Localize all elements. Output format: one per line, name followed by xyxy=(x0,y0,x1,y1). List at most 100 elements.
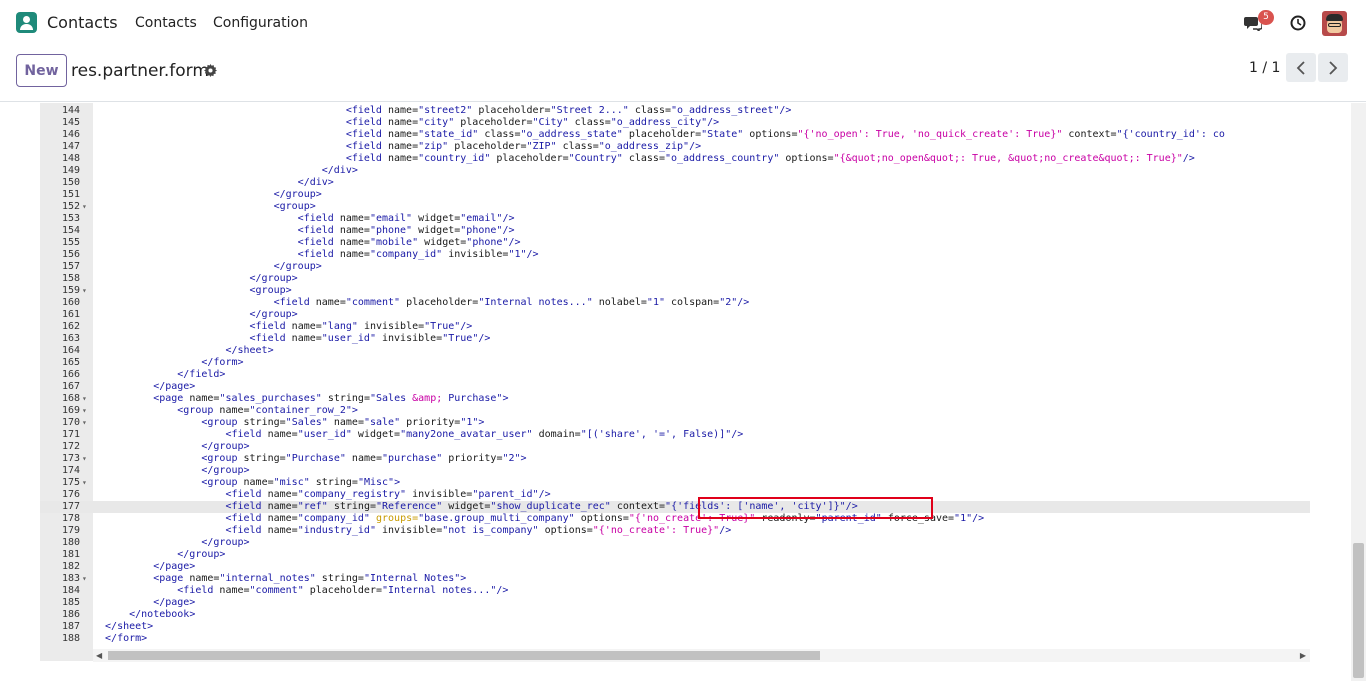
code-line[interactable]: 171 <field name="user_id" widget="many2on… xyxy=(40,429,1310,441)
code-text[interactable]: <field name="email" widget="email"/> xyxy=(298,213,515,225)
code-editor[interactable]: 144 <field name="street2" placeholder="St… xyxy=(40,103,1310,661)
code-text[interactable]: <field name="zip" placeholder="ZIP" clas… xyxy=(346,141,701,153)
code-line[interactable]: 185 </page> xyxy=(40,597,1310,609)
fold-toggle-icon[interactable]: ▾ xyxy=(82,201,87,213)
fold-toggle-icon[interactable]: ▾ xyxy=(82,573,87,585)
fold-toggle-icon[interactable]: ▾ xyxy=(82,453,87,465)
code-line[interactable]: 166 </field> xyxy=(40,369,1310,381)
code-text[interactable]: </div> xyxy=(298,177,334,189)
pager-value[interactable]: 1 / 1 xyxy=(1249,60,1280,76)
code-text[interactable]: <field name="comment" placeholder="Inter… xyxy=(274,297,750,309)
gear-icon[interactable] xyxy=(204,64,217,77)
vertical-scroll-thumb[interactable] xyxy=(1353,543,1364,678)
code-text[interactable]: <group string="Purchase" name="purchase"… xyxy=(201,453,526,465)
code-line[interactable]: 170 ▾ <group string="Sales" name="sale" pr… xyxy=(40,417,1310,429)
fold-toggle-icon[interactable]: ▾ xyxy=(82,285,87,297)
code-text[interactable]: <page name="internal_notes" string="Inte… xyxy=(153,573,466,585)
scroll-left-icon[interactable]: ◀ xyxy=(96,651,102,660)
code-text[interactable]: <field name="street2" placeholder="Stree… xyxy=(346,105,792,117)
code-line[interactable]: 148 <field name="country_id" placeholder=… xyxy=(40,153,1310,165)
code-text[interactable]: <field name="company_registry" invisible… xyxy=(225,489,550,501)
code-text[interactable]: </group> xyxy=(274,261,322,273)
code-text[interactable]: <page name="sales_purchases" string="Sal… xyxy=(153,393,508,405)
code-line[interactable]: 169 ▾ <group name="container_row_2"> xyxy=(40,405,1310,417)
code-line[interactable]: 182 </page> xyxy=(40,561,1310,573)
code-line[interactable]: 145 <field name="city" placeholder="City"… xyxy=(40,117,1310,129)
code-text[interactable]: </group> xyxy=(177,549,225,561)
code-line[interactable]: 156 <field name="company_id" invisible="1… xyxy=(40,249,1310,261)
code-line[interactable]: 150 </div> xyxy=(40,177,1310,189)
code-text[interactable]: <field name="comment" placeholder="Inter… xyxy=(177,585,508,597)
code-line[interactable]: 147 <field name="zip" placeholder="ZIP" c… xyxy=(40,141,1310,153)
code-line[interactable]: 183 ▾ <page name="internal_notes" string="… xyxy=(40,573,1310,585)
code-text[interactable]: </group> xyxy=(250,273,298,285)
code-line[interactable]: 172 </group> xyxy=(40,441,1310,453)
horizontal-scroll-thumb[interactable] xyxy=(108,651,820,660)
code-line[interactable]: 164 </sheet> xyxy=(40,345,1310,357)
code-line[interactable]: 176 <field name="company_registry" invisi… xyxy=(40,489,1310,501)
code-text[interactable]: <field name="city" placeholder="City" cl… xyxy=(346,117,719,129)
code-text[interactable]: </sheet> xyxy=(105,621,153,633)
code-text[interactable]: <field name="phone" widget="phone"/> xyxy=(298,225,515,237)
code-line[interactable]: 144 <field name="street2" placeholder="St… xyxy=(40,105,1310,117)
code-line[interactable]: 161 </group> xyxy=(40,309,1310,321)
code-text[interactable]: <group> xyxy=(250,285,292,297)
fold-toggle-icon[interactable]: ▾ xyxy=(82,477,87,489)
code-text[interactable]: <field name="mobile" widget="phone"/> xyxy=(298,237,521,249)
code-text[interactable]: </group> xyxy=(201,537,249,549)
code-line[interactable]: 188 </form> xyxy=(40,633,1310,645)
fold-toggle-icon[interactable]: ▾ xyxy=(82,417,87,429)
menu-configuration[interactable]: Configuration xyxy=(213,15,308,31)
new-button[interactable]: New xyxy=(16,54,67,87)
code-line[interactable]: 154 <field name="phone" widget="phone"/> xyxy=(40,225,1310,237)
code-text[interactable]: <field name="user_id" invisible="True"/> xyxy=(250,333,491,345)
code-text[interactable]: </page> xyxy=(153,561,195,573)
code-line[interactable]: 155 <field name="mobile" widget="phone"/> xyxy=(40,237,1310,249)
code-line[interactable]: 151 </group> xyxy=(40,189,1310,201)
vertical-scrollbar[interactable] xyxy=(1351,103,1366,681)
code-line[interactable]: 181 </group> xyxy=(40,549,1310,561)
code-text[interactable]: </div> xyxy=(322,165,358,177)
code-text[interactable]: </group> xyxy=(250,309,298,321)
scroll-right-icon[interactable]: ▶ xyxy=(1300,651,1306,660)
code-line[interactable]: 178 <field name="company_id" groups="base… xyxy=(40,513,1310,525)
code-text[interactable]: </page> xyxy=(153,597,195,609)
code-text[interactable]: <group name="misc" string="Misc"> xyxy=(201,477,400,489)
code-line[interactable]: 146 <field name="state_id" class="o_addre… xyxy=(40,129,1310,141)
app-title[interactable]: Contacts xyxy=(47,13,118,32)
code-line[interactable]: 149 </div> xyxy=(40,165,1310,177)
code-line[interactable]: 159 ▾ <group> xyxy=(40,285,1310,297)
code-text[interactable]: </group> xyxy=(201,465,249,477)
code-line[interactable]: 165 </form> xyxy=(40,357,1310,369)
code-line[interactable]: 184 <field name="comment" placeholder="In… xyxy=(40,585,1310,597)
contacts-app-icon[interactable] xyxy=(16,12,37,33)
code-line[interactable]: 158 </group> xyxy=(40,273,1310,285)
code-line[interactable]: 177 <field name="ref" string="Reference" … xyxy=(40,501,1310,513)
code-text[interactable]: </group> xyxy=(274,189,322,201)
fold-toggle-icon[interactable]: ▾ xyxy=(82,393,87,405)
code-line[interactable]: 160 <field name="comment" placeholder="In… xyxy=(40,297,1310,309)
code-text[interactable]: <field name="company_id" invisible="1"/> xyxy=(298,249,539,261)
horizontal-scrollbar[interactable]: ◀ ▶ xyxy=(93,649,1310,662)
code-text[interactable]: <field name="industry_id" invisible="not… xyxy=(225,525,731,537)
code-line[interactable]: 152 ▾ <group> xyxy=(40,201,1310,213)
code-line[interactable]: 153 <field name="email" widget="email"/> xyxy=(40,213,1310,225)
code-line[interactable]: 186 </notebook> xyxy=(40,609,1310,621)
code-line[interactable]: 162 <field name="lang" invisible="True"/> xyxy=(40,321,1310,333)
code-line[interactable]: 179 <field name="industry_id" invisible="… xyxy=(40,525,1310,537)
code-text[interactable]: <group> xyxy=(274,201,316,213)
user-avatar[interactable] xyxy=(1322,11,1347,36)
code-text[interactable]: <field name="country_id" placeholder="Co… xyxy=(346,153,1195,165)
clock-icon[interactable] xyxy=(1290,15,1306,31)
code-text[interactable]: </form> xyxy=(105,633,147,645)
code-line[interactable]: 175 ▾ <group name="misc" string="Misc"> xyxy=(40,477,1310,489)
menu-contacts[interactable]: Contacts xyxy=(135,15,197,31)
code-line[interactable]: 163 <field name="user_id" invisible="True… xyxy=(40,333,1310,345)
code-line[interactable]: 168 ▾ <page name="sales_purchases" string=… xyxy=(40,393,1310,405)
code-text[interactable]: <field name="lang" invisible="True"/> xyxy=(250,321,473,333)
pager-previous-button[interactable] xyxy=(1286,53,1316,82)
code-line[interactable]: 157 </group> xyxy=(40,261,1310,273)
pager-next-button[interactable] xyxy=(1318,53,1348,82)
code-text[interactable]: <group string="Sales" name="sale" priori… xyxy=(201,417,484,429)
code-text[interactable]: </notebook> xyxy=(129,609,195,621)
